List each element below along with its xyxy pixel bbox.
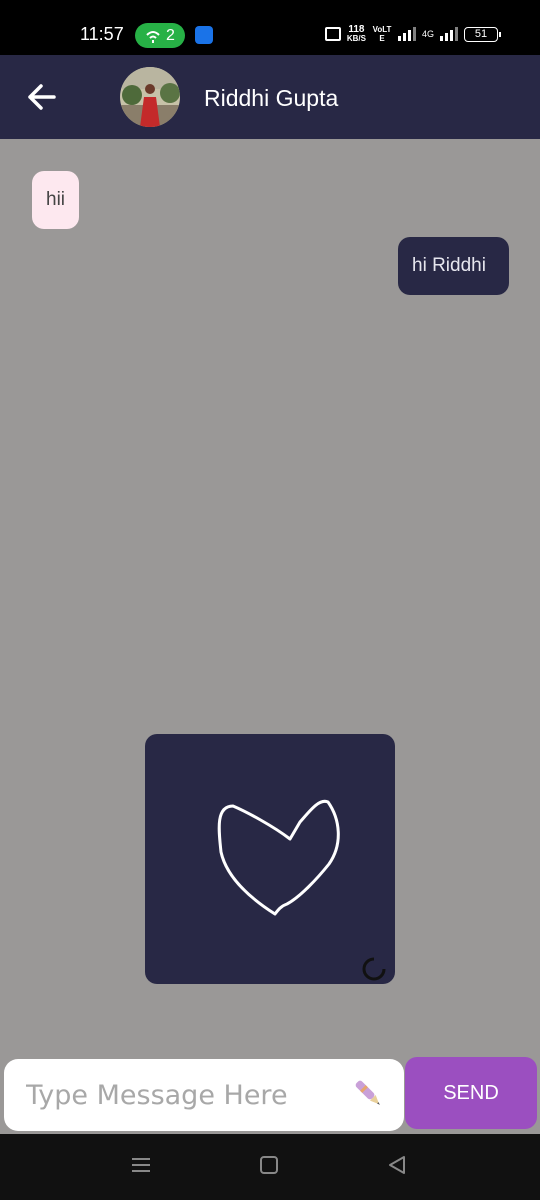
back-button[interactable]: [22, 77, 62, 117]
message-text: hi Riddhi: [412, 255, 486, 276]
status-time: 11:57: [80, 24, 124, 44]
arrow-left-icon: [28, 84, 56, 110]
battery-level: 51: [474, 28, 488, 40]
signal-icon: [397, 27, 416, 41]
android-app-icon: [195, 26, 213, 44]
profile-photo: [120, 67, 180, 127]
menu-icon[interactable]: [130, 1154, 152, 1181]
message-input[interactable]: [26, 1077, 336, 1113]
avatar[interactable]: [120, 67, 180, 127]
home-icon[interactable]: [258, 1154, 280, 1181]
send-button[interactable]: SEND: [405, 1057, 537, 1129]
hotspot-count: 2: [166, 26, 175, 44]
battery-icon: 51: [464, 26, 501, 42]
outgoing-message-bubble[interactable]: hi Riddhi: [398, 237, 509, 295]
status-bar: 11:57 2 118 KB/S VoLTE 4G 51: [0, 0, 540, 55]
pen-icon: [355, 1080, 380, 1105]
contact-name[interactable]: Riddhi Gupta: [204, 85, 338, 112]
system-nav-bar: [0, 1134, 540, 1200]
hotspot-icon: [146, 30, 160, 43]
drawing-message[interactable]: [145, 734, 395, 984]
chat-header: Riddhi Gupta: [0, 55, 540, 139]
net-speed-value: 118: [348, 24, 365, 35]
vibrate-icon: [324, 27, 341, 41]
back-triangle-icon[interactable]: [386, 1154, 408, 1181]
hand-drawn-heart: [217, 799, 340, 916]
net-speed: 118 KB/S: [346, 24, 366, 44]
loading-spinner-icon: [362, 957, 386, 981]
draw-button[interactable]: [350, 1075, 390, 1115]
message-text: hii: [46, 189, 66, 210]
message-input-box: [4, 1059, 404, 1131]
volte-label: VoLTE: [372, 25, 392, 43]
network-type: 4G: [421, 29, 434, 39]
status-icons: 118 KB/S VoLTE 4G 51: [324, 22, 501, 46]
net-speed-unit: KB/S: [346, 34, 366, 43]
hotspot-badge: 2: [135, 23, 185, 48]
signal-icon-2: [440, 27, 458, 41]
incoming-message-bubble[interactable]: hii: [32, 171, 80, 229]
